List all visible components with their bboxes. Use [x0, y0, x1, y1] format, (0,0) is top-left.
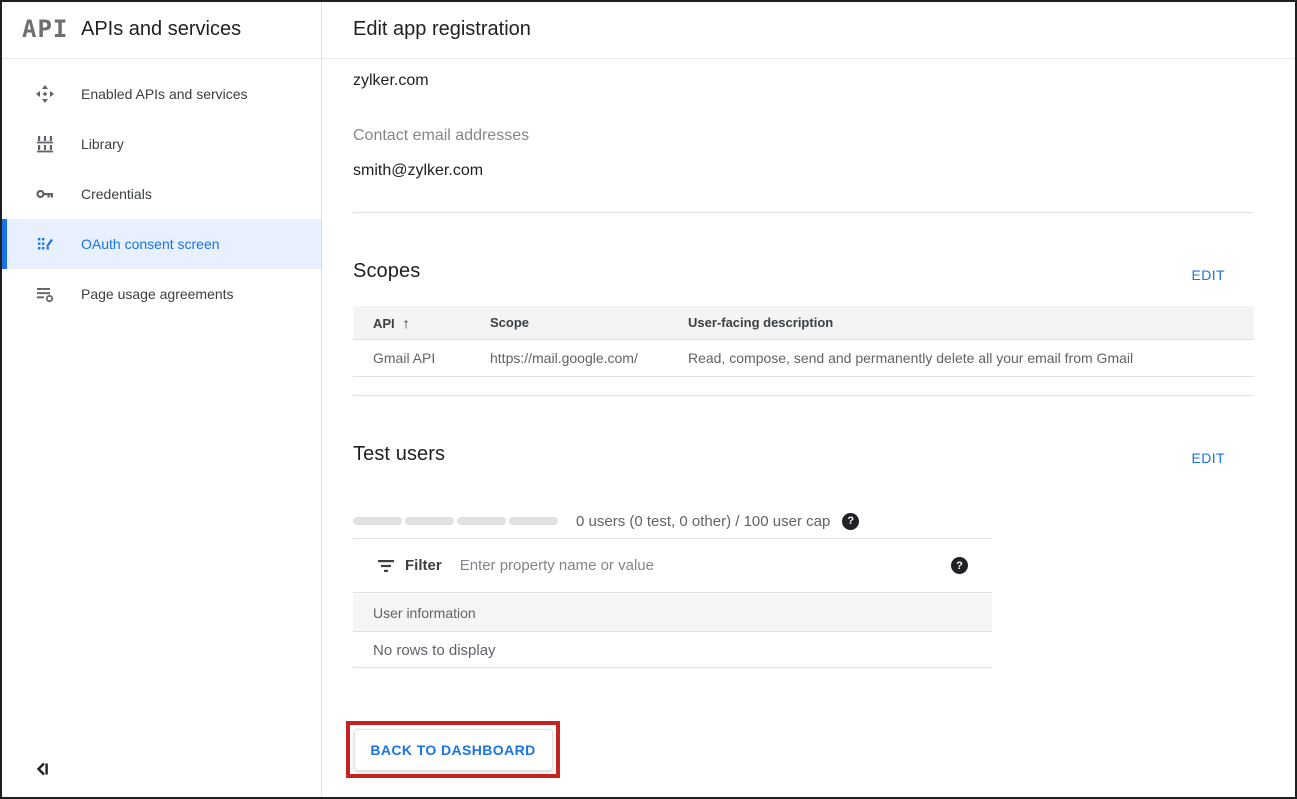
api-logo: API [22, 15, 68, 43]
library-icon [35, 134, 55, 154]
scopes-col-api[interactable]: API↑ [353, 315, 470, 331]
progress-segment [457, 517, 506, 525]
sidebar-item-label: Enabled APIs and services [81, 86, 248, 102]
empty-table-row: No rows to display [353, 633, 992, 668]
filter-row: Filter ? [353, 539, 992, 593]
sidebar-item-library[interactable]: Library [2, 119, 321, 169]
sidebar-nav: Enabled APIs and services Library [2, 69, 321, 319]
sidebar-item-label: Page usage agreements [81, 286, 234, 302]
progress-segment [509, 517, 558, 525]
page-usage-icon [35, 284, 55, 304]
scopes-table-footer [353, 377, 1254, 396]
scopes-section-title: Scopes [353, 260, 420, 283]
annotation-highlight-box: BACK TO DASHBOARD [346, 721, 560, 778]
scope-description-cell: Read, compose, send and permanently dele… [668, 350, 1254, 366]
sidebar-header: API APIs and services [2, 2, 321, 59]
main-header: Edit app registration [323, 2, 1295, 59]
sidebar-item-label: Credentials [81, 186, 152, 202]
scopes-table-row: Gmail API https://mail.google.com/ Read,… [353, 340, 1254, 377]
progress-segment [405, 517, 454, 525]
scopes-col-description[interactable]: User-facing description [668, 315, 1254, 330]
filter-input[interactable] [460, 557, 951, 574]
app-window: API APIs and services Enab [0, 0, 1297, 799]
contact-email-value: smith@zylker.com [353, 162, 483, 180]
sidebar-item-oauth-consent-screen[interactable]: OAuth consent screen [2, 219, 321, 269]
scopes-table-header-row: API↑ Scope User-facing description [353, 306, 1254, 340]
authorized-domain-value: zylker.com [353, 72, 429, 90]
user-cap-progress-bar [353, 517, 558, 525]
progress-segment [353, 517, 402, 525]
page-title: Edit app registration [353, 18, 531, 41]
section-divider [353, 212, 1253, 213]
contact-email-label: Contact email addresses [353, 127, 529, 145]
scopes-table: API↑ Scope User-facing description Gmail… [353, 306, 1254, 396]
sidebar: API APIs and services Enab [2, 2, 322, 797]
sidebar-item-label: Library [81, 136, 124, 152]
back-to-dashboard-button[interactable]: BACK TO DASHBOARD [354, 729, 553, 771]
filter-icon [377, 559, 395, 573]
sidebar-item-page-usage-agreements[interactable]: Page usage agreements [2, 269, 321, 319]
help-icon[interactable]: ? [951, 557, 968, 574]
enabled-apis-icon [35, 84, 55, 104]
sidebar-title: APIs and services [81, 18, 241, 41]
sidebar-item-enabled-apis[interactable]: Enabled APIs and services [2, 69, 321, 119]
test-users-edit-button[interactable]: EDIT [1192, 450, 1226, 466]
help-icon[interactable]: ? [842, 513, 859, 530]
test-users-section-title: Test users [353, 443, 445, 466]
oauth-consent-icon [35, 234, 55, 254]
scope-api-cell: Gmail API [353, 350, 470, 366]
scope-url-cell: https://mail.google.com/ [470, 350, 668, 366]
key-icon [35, 184, 55, 204]
scopes-col-scope[interactable]: Scope [470, 315, 668, 330]
sort-ascending-icon: ↑ [403, 315, 410, 331]
user-cap-row: 0 users (0 test, 0 other) / 100 user cap… [353, 507, 992, 535]
user-cap-text: 0 users (0 test, 0 other) / 100 user cap [576, 513, 830, 530]
sidebar-item-label: OAuth consent screen [81, 236, 220, 252]
sidebar-item-credentials[interactable]: Credentials [2, 169, 321, 219]
scopes-edit-button[interactable]: EDIT [1192, 267, 1226, 283]
collapse-sidebar-icon[interactable] [30, 757, 54, 781]
filter-label: Filter [405, 557, 442, 574]
user-information-header: User information [353, 594, 992, 632]
